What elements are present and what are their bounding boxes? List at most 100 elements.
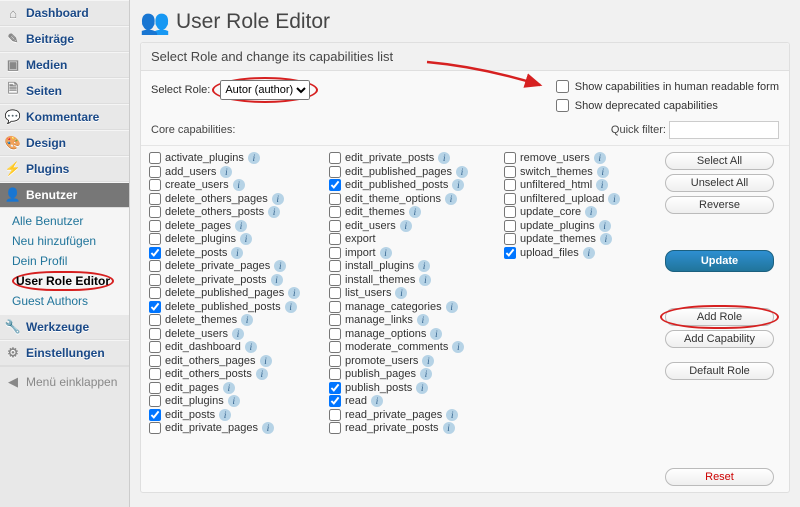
opt-deprecated[interactable]: Show deprecated capabilities — [552, 96, 779, 115]
add-role-button[interactable]: Add Role — [665, 308, 774, 326]
capability-edit_themes[interactable]: edit_themesi — [329, 206, 504, 218]
help-icon[interactable]: i — [245, 341, 257, 353]
help-icon[interactable]: i — [231, 247, 243, 259]
capability-checkbox[interactable] — [329, 301, 341, 313]
capability-edit_others_pages[interactable]: edit_others_pagesi — [149, 355, 329, 367]
capability-delete_private_pages[interactable]: delete_private_pagesi — [149, 260, 329, 272]
capability-checkbox[interactable] — [504, 152, 516, 164]
capability-checkbox[interactable] — [329, 206, 341, 218]
help-icon[interactable]: i — [596, 179, 608, 191]
help-icon[interactable]: i — [594, 152, 606, 164]
help-icon[interactable]: i — [271, 274, 283, 286]
capability-update_themes[interactable]: update_themesi — [504, 233, 659, 245]
help-icon[interactable]: i — [583, 247, 595, 259]
help-icon[interactable]: i — [608, 193, 620, 205]
help-icon[interactable]: i — [419, 274, 431, 286]
capability-delete_posts[interactable]: delete_postsi — [149, 247, 329, 259]
update-button[interactable]: Update — [665, 250, 774, 272]
capability-checkbox[interactable] — [149, 179, 161, 191]
sidebar-item-einstellungen[interactable]: ⚙Einstellungen — [0, 340, 129, 366]
sidebar-sub-guest-authors[interactable]: Guest Authors — [0, 291, 129, 311]
capability-checkbox[interactable] — [149, 274, 161, 286]
capability-publish_posts[interactable]: publish_postsi — [329, 382, 504, 394]
sidebar-sub-neu-hinzufügen[interactable]: Neu hinzufügen — [0, 231, 129, 251]
help-icon[interactable]: i — [418, 260, 430, 272]
quick-filter-input[interactable] — [669, 121, 779, 139]
capability-edit_pages[interactable]: edit_pagesi — [149, 382, 329, 394]
capability-edit_posts[interactable]: edit_postsi — [149, 409, 329, 421]
help-icon[interactable]: i — [600, 233, 612, 245]
capability-edit_dashboard[interactable]: edit_dashboardi — [149, 341, 329, 353]
help-icon[interactable]: i — [268, 206, 280, 218]
help-icon[interactable]: i — [288, 287, 300, 299]
capability-checkbox[interactable] — [149, 206, 161, 218]
capability-upload_files[interactable]: upload_filesi — [504, 247, 659, 259]
capability-moderate_comments[interactable]: moderate_commentsi — [329, 341, 504, 353]
capability-checkbox[interactable] — [149, 395, 161, 407]
help-icon[interactable]: i — [260, 355, 272, 367]
capability-manage_categories[interactable]: manage_categoriesi — [329, 301, 504, 313]
capability-publish_pages[interactable]: publish_pagesi — [329, 368, 504, 380]
sidebar-item-medien[interactable]: ▣Medien — [0, 52, 129, 78]
capability-delete_published_posts[interactable]: delete_published_postsi — [149, 301, 329, 313]
capability-checkbox[interactable] — [149, 355, 161, 367]
capability-delete_pages[interactable]: delete_pagesi — [149, 220, 329, 232]
help-icon[interactable]: i — [446, 409, 458, 421]
capability-checkbox[interactable] — [329, 152, 341, 164]
capability-checkbox[interactable] — [329, 247, 341, 259]
sidebar-item-seiten[interactable]: 🗎Seiten — [0, 78, 129, 104]
capability-checkbox[interactable] — [504, 179, 516, 191]
capability-read_private_pages[interactable]: read_private_pagesi — [329, 409, 504, 421]
capability-export[interactable]: export — [329, 233, 504, 245]
capability-checkbox[interactable] — [149, 193, 161, 205]
capability-edit_published_posts[interactable]: edit_published_postsi — [329, 179, 504, 191]
help-icon[interactable]: i — [443, 422, 455, 434]
role-select[interactable]: Autor (author) — [220, 80, 310, 100]
capability-checkbox[interactable] — [504, 220, 516, 232]
capability-delete_others_pages[interactable]: delete_others_pagesi — [149, 193, 329, 205]
capability-update_plugins[interactable]: update_pluginsi — [504, 220, 659, 232]
help-icon[interactable]: i — [248, 152, 260, 164]
reverse-button[interactable]: Reverse — [665, 196, 774, 214]
capability-checkbox[interactable] — [149, 382, 161, 394]
sidebar-item-design[interactable]: 🎨Design — [0, 130, 129, 156]
capability-checkbox[interactable] — [149, 166, 161, 178]
help-icon[interactable]: i — [272, 193, 284, 205]
capability-switch_themes[interactable]: switch_themesi — [504, 166, 659, 178]
capability-edit_others_posts[interactable]: edit_others_postsi — [149, 368, 329, 380]
capability-delete_themes[interactable]: delete_themesi — [149, 314, 329, 326]
capability-checkbox[interactable] — [329, 395, 341, 407]
help-icon[interactable]: i — [233, 179, 245, 191]
capability-edit_private_posts[interactable]: edit_private_postsi — [329, 152, 504, 164]
help-icon[interactable]: i — [599, 220, 611, 232]
capability-checkbox[interactable] — [149, 328, 161, 340]
collapse-menu[interactable]: ◀ Menü einklappen — [0, 366, 129, 397]
help-icon[interactable]: i — [274, 260, 286, 272]
capability-create_users[interactable]: create_usersi — [149, 179, 329, 191]
capability-checkbox[interactable] — [504, 247, 516, 259]
capability-delete_users[interactable]: delete_usersi — [149, 328, 329, 340]
help-icon[interactable]: i — [452, 179, 464, 191]
help-icon[interactable]: i — [241, 314, 253, 326]
help-icon[interactable]: i — [438, 152, 450, 164]
capability-update_core[interactable]: update_corei — [504, 206, 659, 218]
select-all-button[interactable]: Select All — [665, 152, 774, 170]
help-icon[interactable]: i — [452, 341, 464, 353]
help-icon[interactable]: i — [220, 166, 232, 178]
capability-install_themes[interactable]: install_themesi — [329, 274, 504, 286]
sidebar-sub-user-role-editor[interactable]: User Role Editor — [0, 271, 129, 291]
help-icon[interactable]: i — [430, 328, 442, 340]
help-icon[interactable]: i — [445, 193, 457, 205]
help-icon[interactable]: i — [235, 220, 247, 232]
capability-edit_theme_options[interactable]: edit_theme_optionsi — [329, 193, 504, 205]
help-icon[interactable]: i — [262, 422, 274, 434]
help-icon[interactable]: i — [232, 328, 244, 340]
capability-checkbox[interactable] — [504, 206, 516, 218]
capability-checkbox[interactable] — [329, 193, 341, 205]
capability-activate_plugins[interactable]: activate_pluginsi — [149, 152, 329, 164]
capability-delete_private_posts[interactable]: delete_private_postsi — [149, 274, 329, 286]
capability-checkbox[interactable] — [329, 166, 341, 178]
sidebar-sub-alle-benutzer[interactable]: Alle Benutzer — [0, 211, 129, 231]
help-icon[interactable]: i — [446, 301, 458, 313]
capability-checkbox[interactable] — [329, 422, 341, 434]
